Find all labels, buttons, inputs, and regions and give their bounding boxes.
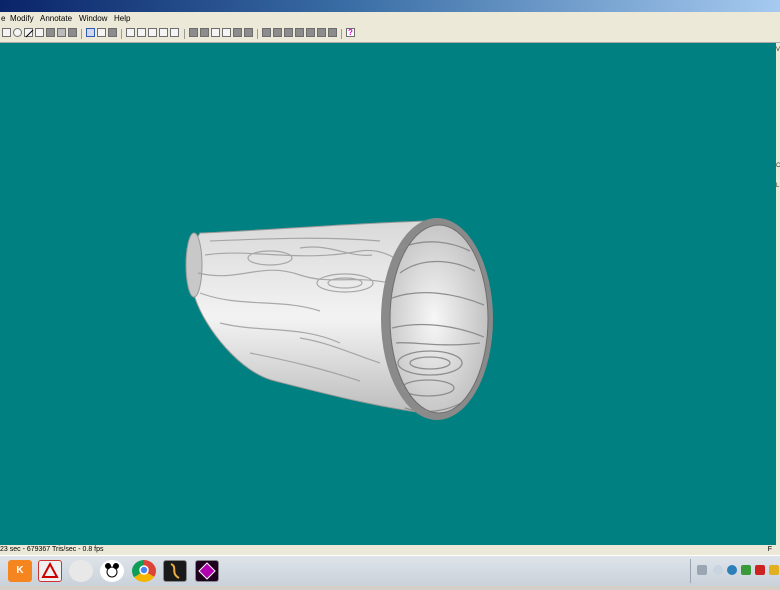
prev-frame-icon[interactable] — [137, 28, 146, 37]
menu-help[interactable]: Help — [114, 12, 130, 26]
toolbar-separator — [81, 29, 82, 39]
pick-tool-icon[interactable] — [46, 28, 55, 37]
lasso-tool-icon[interactable] — [35, 28, 44, 37]
status-text: 23 sec - 679367 Tris/sec - 0.8 fps — [0, 546, 104, 553]
game-app-icon[interactable] — [163, 560, 187, 582]
lock-time-icon[interactable] — [273, 28, 282, 37]
view-right-icon[interactable] — [222, 28, 231, 37]
3d-viewport[interactable] — [0, 43, 776, 545]
menu-file[interactable]: e — [1, 12, 5, 26]
toolbar-separator — [121, 29, 122, 39]
rectangle-tool-icon[interactable] — [2, 28, 11, 37]
toolbar-separator — [257, 29, 258, 39]
menu-bar: e Modify Annotate Window Help — [0, 12, 780, 26]
last-frame-icon[interactable] — [170, 28, 179, 37]
acrobat-icon[interactable] — [38, 560, 62, 582]
toolbar: ? — [0, 26, 780, 43]
ellipse-tool-icon[interactable] — [13, 28, 22, 37]
toolbar-separator — [341, 29, 342, 39]
spin-mode-icon[interactable] — [295, 28, 304, 37]
next-frame-icon[interactable] — [159, 28, 168, 37]
system-tray — [690, 559, 780, 583]
notification-icon[interactable] — [769, 565, 779, 575]
right-panel-mark: L — [776, 183, 780, 189]
menu-annotate[interactable]: Annotate — [40, 12, 72, 26]
panda-icon[interactable] — [100, 560, 124, 582]
diamond-app-icon[interactable] — [195, 560, 219, 582]
chrome-icon[interactable] — [132, 560, 156, 582]
network-icon[interactable] — [727, 565, 737, 575]
status-right-text: F — [767, 546, 772, 553]
menu-window[interactable]: Window — [79, 12, 107, 26]
security-icon[interactable] — [741, 565, 751, 575]
right-panel-mark: C — [776, 163, 780, 169]
record-icon[interactable] — [86, 28, 95, 37]
menu-modify[interactable]: Modify — [10, 12, 34, 26]
lock-tools-icon[interactable] — [284, 28, 293, 37]
first-frame-icon[interactable] — [126, 28, 135, 37]
wood-grain-cone-surface — [185, 218, 493, 420]
right-panel: V C L — [776, 43, 780, 545]
right-panel-mark: V — [776, 47, 780, 53]
undo-view-icon[interactable] — [306, 28, 315, 37]
redo-view-icon[interactable] — [317, 28, 326, 37]
view-bottom-icon[interactable] — [244, 28, 253, 37]
camera-icon[interactable] — [108, 28, 117, 37]
lock-view-icon[interactable] — [262, 28, 271, 37]
view-front-icon[interactable] — [189, 28, 198, 37]
zoom-tool-icon[interactable] — [57, 28, 66, 37]
pan-tool-icon[interactable] — [68, 28, 77, 37]
line-tool-icon[interactable] — [24, 28, 34, 38]
toolbar-separator — [184, 29, 185, 39]
antivirus-icon[interactable] — [755, 565, 765, 575]
help-button[interactable]: ? — [346, 28, 355, 37]
view-top-icon[interactable] — [233, 28, 242, 37]
play-icon[interactable] — [148, 28, 157, 37]
tray-app-icon[interactable] — [713, 565, 723, 575]
view-left-icon[interactable] — [211, 28, 220, 37]
save-image-icon[interactable] — [97, 28, 106, 37]
status-bar: 23 sec - 679367 Tris/sec - 0.8 fps F — [0, 545, 780, 555]
taskbar: K — [0, 555, 780, 586]
keyboard-icon[interactable] — [697, 565, 707, 575]
view-back-icon[interactable] — [200, 28, 209, 37]
title-bar — [0, 0, 780, 12]
fullframe-icon[interactable] — [328, 28, 337, 37]
orb-app-icon[interactable] — [69, 560, 93, 582]
kt-app-icon[interactable]: K — [8, 560, 32, 582]
